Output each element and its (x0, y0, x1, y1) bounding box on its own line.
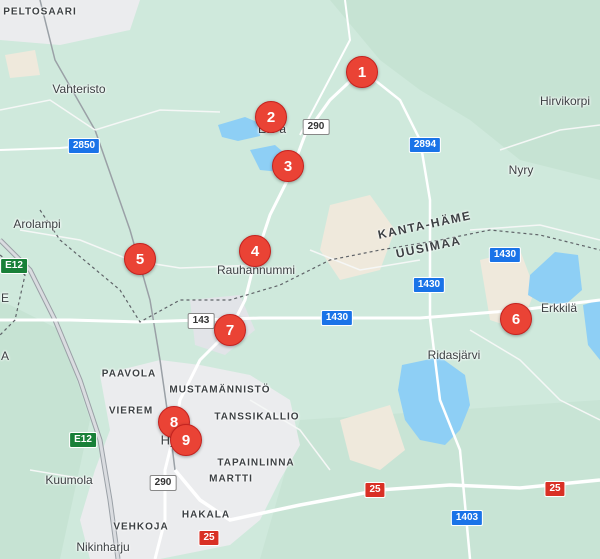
place-ridasjarvi: Ridasjärvi (427, 348, 481, 362)
place-vehkoja: VEHKOJA (113, 521, 169, 533)
road-shield-25: 25 (198, 530, 220, 546)
map-marker-6[interactable]: 6 (500, 303, 532, 335)
map-marker-9[interactable]: 9 (170, 424, 202, 456)
place-tapainlinna: TAPAINLINNA (217, 457, 295, 469)
place-edge-a: A (0, 349, 10, 363)
place-vierema: VIEREM (108, 405, 154, 417)
road-shield-1430: 1430 (488, 247, 522, 263)
place-hirvikorpi: Hirvikorpi (539, 94, 591, 108)
road-shield-2894: 2894 (408, 137, 442, 153)
place-nyry: Nyry (508, 163, 534, 177)
road-shield-290: 290 (149, 475, 177, 491)
place-mustamannisto: MUSTAMÄNNISTÖ (169, 384, 271, 396)
place-erkkila: Erkkilä (540, 301, 578, 315)
map-canvas[interactable]: PELTOSAARI Vahteristo Hirvikorpi Nyry Ar… (0, 0, 600, 559)
place-nikinharju: Nikinharju (76, 540, 130, 554)
place-kuumola: Kuumola (45, 473, 93, 487)
map-marker-5[interactable]: 5 (124, 243, 156, 275)
map-marker-1[interactable]: 1 (346, 56, 378, 88)
road-shield-e12: E12 (0, 258, 28, 274)
place-paavola: PAAVOLA (101, 368, 157, 380)
field-area (5, 50, 40, 78)
map-marker-4[interactable]: 4 (239, 235, 271, 267)
road-shield-25: 25 (364, 482, 386, 498)
place-vahteristo: Vahteristo (52, 82, 106, 96)
place-arolampi: Arolampi (13, 217, 61, 231)
map-marker-7[interactable]: 7 (214, 314, 246, 346)
road-shield-e12: E12 (69, 432, 97, 448)
place-peltosaari: PELTOSAARI (3, 6, 77, 18)
road-shield-290: 290 (302, 119, 330, 135)
place-hakala: HAKALA (181, 509, 231, 521)
road-shield-2850: 2850 (67, 138, 101, 154)
map-marker-2[interactable]: 2 (255, 101, 287, 133)
road-shield-1430: 1430 (320, 310, 354, 326)
map-marker-3[interactable]: 3 (272, 150, 304, 182)
place-tanssikallio: TANSSIKALLIO (214, 411, 300, 423)
road-shield-1403: 1403 (450, 510, 484, 526)
place-martti: MARTTI (209, 473, 253, 485)
place-edge-e: E (0, 291, 10, 305)
road-shield-1430: 1430 (412, 277, 446, 293)
road-shield-25: 25 (544, 481, 566, 497)
road-shield-143: 143 (187, 313, 215, 329)
